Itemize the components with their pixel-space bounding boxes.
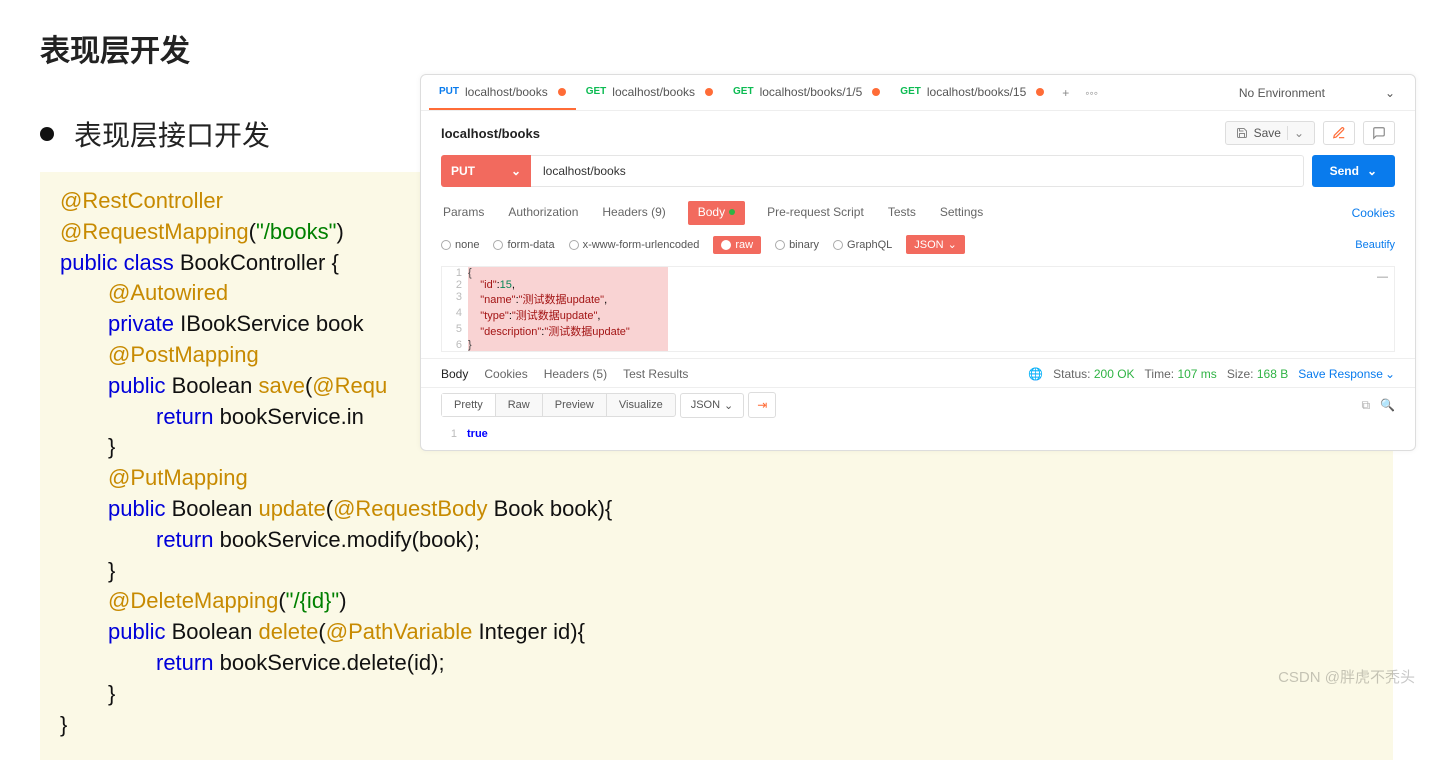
dirty-dot-icon [1036,88,1044,96]
postman-tab[interactable]: GET localhost/books/15 [890,75,1054,110]
postman-tab[interactable]: GET localhost/books/1/5 [723,75,890,110]
tab-settings[interactable]: Settings [938,201,985,225]
edit-button[interactable] [1323,121,1355,145]
time-label: Time: 107 ms [1145,367,1217,381]
tab-params[interactable]: Params [441,201,486,225]
tab-body-label: Body [698,205,725,219]
tab-url: localhost/books/1/5 [760,85,863,99]
pencil-icon [1332,126,1346,140]
radio-xwww[interactable]: x-www-form-urlencoded [569,239,700,251]
save-icon [1236,127,1248,139]
response-type-select[interactable]: JSON⌄ [680,393,745,418]
search-icon[interactable]: 🔍 [1380,398,1395,413]
save-response-button[interactable]: Save Response ⌄ [1298,367,1395,381]
tab-tests[interactable]: Tests [886,201,918,225]
dirty-dot-icon [558,88,566,96]
method-label: PUT [451,164,475,178]
radio-icon [441,240,451,250]
request-body-editor[interactable]: — 1{2 "id":15,3 "name":"测试数据update",4 "t… [441,266,1395,352]
radio-icon [493,240,503,250]
chevron-down-icon: ⌄ [724,399,733,412]
comment-icon [1372,126,1386,140]
radio-icon [721,240,731,250]
new-tab-button[interactable]: + [1054,86,1077,100]
cookies-link[interactable]: Cookies [1352,206,1395,220]
copy-icon[interactable]: ⧉ [1361,398,1370,413]
postman-tab[interactable]: PUT localhost/books [429,75,576,110]
environment-select[interactable]: No Environment [1239,86,1325,100]
radio-icon [833,240,843,250]
dot-icon [729,209,735,215]
bullet-icon [40,127,54,141]
page-title: 表现层开发 [0,0,1433,70]
chevron-down-icon: ⌄ [948,238,957,251]
format-preview[interactable]: Preview [543,394,607,416]
tab-headers[interactable]: Headers (9) [600,201,667,225]
radio-graphql[interactable]: GraphQL [833,239,892,251]
method-badge: GET [733,86,754,97]
response-tab-headers[interactable]: Headers (5) [544,367,607,381]
response-tab-tests[interactable]: Test Results [623,367,688,381]
radio-binary[interactable]: binary [775,239,819,251]
chevron-down-icon: ⌄ [1385,367,1395,381]
method-badge: GET [900,86,921,97]
chevron-down-icon: ⌄ [511,164,521,178]
url-input[interactable]: localhost/books [531,155,1304,187]
send-label: Send [1330,164,1359,178]
radio-raw[interactable]: raw [713,236,761,254]
response-tab-cookies[interactable]: Cookies [484,367,527,381]
beautify-link[interactable]: Beautify [1355,239,1395,251]
method-badge: GET [586,86,607,97]
format-segment: Pretty Raw Preview Visualize [441,393,676,417]
send-button[interactable]: Send ⌄ [1312,155,1395,187]
response-tab-body[interactable]: Body [441,367,468,381]
chevron-down-icon[interactable]: ⌄ [1287,126,1304,140]
watermark: CSDN @胖虎不秃头 [1278,666,1415,687]
format-raw[interactable]: Raw [496,394,543,416]
radio-icon [775,240,785,250]
format-pretty[interactable]: Pretty [442,394,496,416]
postman-tab[interactable]: GET localhost/books [576,75,723,110]
radio-form-data[interactable]: form-data [493,239,554,251]
response-body: 1true [421,422,1415,450]
dirty-dot-icon [872,88,880,96]
method-select[interactable]: PUT ⌄ [441,155,531,187]
tab-body[interactable]: Body [688,201,745,225]
dirty-dot-icon [705,88,713,96]
method-badge: PUT [439,86,459,97]
size-label: Size: 168 B [1227,367,1288,381]
content-type-select[interactable]: JSON⌄ [906,235,965,254]
collapse-icon[interactable]: — [1377,271,1388,283]
chevron-down-icon: ⌄ [1385,86,1395,100]
tab-prerequest[interactable]: Pre-request Script [765,201,866,225]
save-label: Save [1254,126,1281,140]
radio-icon [569,240,579,250]
tab-url: localhost/books [465,85,548,99]
globe-icon[interactable]: 🌐 [1028,367,1043,381]
radio-none[interactable]: none [441,239,479,251]
status-label: Status: 200 OK [1053,367,1134,381]
postman-window: PUT localhost/books GET localhost/books GET l… [420,74,1416,451]
request-title: localhost/books [441,126,540,141]
tab-authorization[interactable]: Authorization [506,201,580,225]
tab-url: localhost/books [612,85,695,99]
wrap-button[interactable]: ⇥ [748,392,776,418]
format-visualize[interactable]: Visualize [607,394,675,416]
comment-button[interactable] [1363,121,1395,145]
more-tabs-button[interactable]: ◦◦◦ [1077,86,1106,100]
postman-tabs: PUT localhost/books GET localhost/books GET l… [421,75,1415,111]
chevron-down-icon: ⌄ [1367,164,1377,178]
tab-url: localhost/books/15 [927,85,1026,99]
save-button[interactable]: Save ⌄ [1225,121,1315,145]
bullet-text: 表现层接口开发 [74,114,270,154]
